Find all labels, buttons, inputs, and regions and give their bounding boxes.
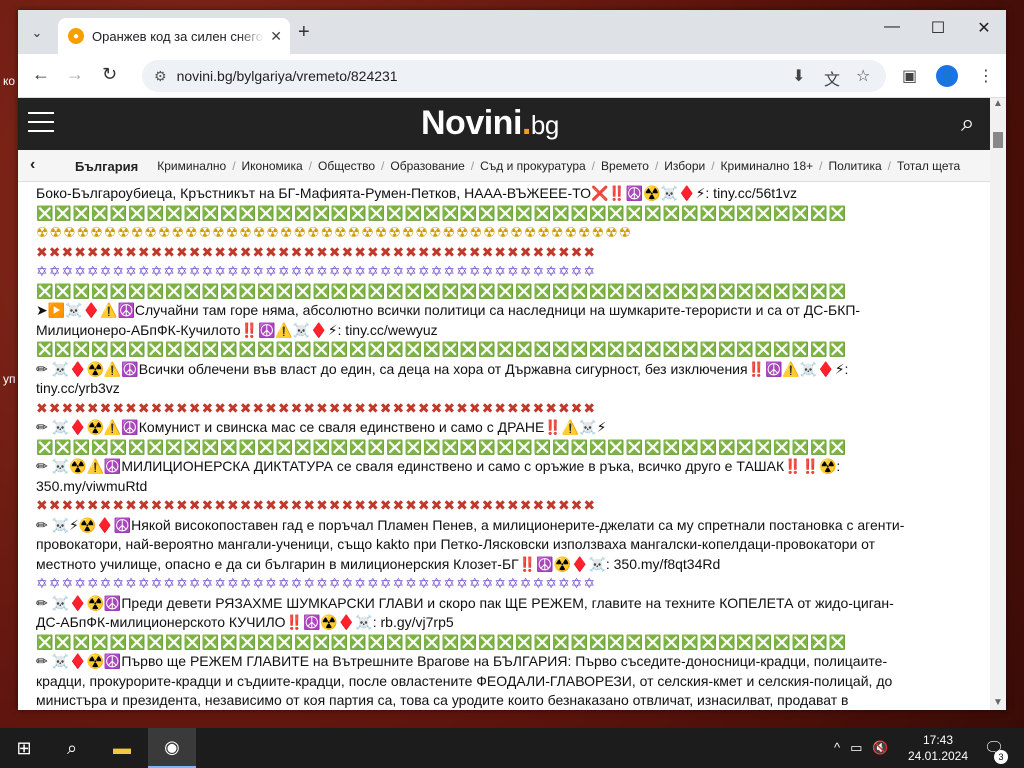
category-link[interactable]: Времето (596, 159, 654, 174)
emoji-separator-row: ✖✖✖✖✖✖✖✖✖✖✖✖✖✖✖✖✖✖✖✖✖✖✖✖✖✖✖✖✖✖✖✖✖✖✖✖✖✖✖✖… (36, 497, 597, 513)
page-scrollbar[interactable]: ▲ ▼ (990, 98, 1006, 710)
category-link[interactable]: Криминално 18+ (716, 159, 819, 174)
site-header: Novini.bg ⌕ (18, 98, 1006, 150)
start-windows-icon[interactable]: ⊞ (0, 728, 48, 768)
system-tray: ^ ▭ 🔇 (834, 740, 889, 756)
active-tab[interactable]: ● Оранжев код за силен снегов ✕ (58, 18, 290, 54)
address-bar[interactable]: ⚙ novini.bg/bylgariya/vremeto/824231 ⬇ 文… (142, 60, 886, 92)
category-nav: ‹ България Криминално / Икономика / Общест… (18, 150, 1006, 182)
category-link[interactable]: Избори (659, 159, 710, 174)
volume-muted-icon[interactable]: 🔇 (872, 740, 888, 756)
taskbar-clock[interactable]: 17:43 24.01.2024 (906, 732, 970, 764)
comments-content: Боко-Българоубиеца, Кръстникът на БГ-Маф… (36, 184, 906, 710)
emoji-separator-row: ✖✖✖✖✖✖✖✖✖✖✖✖✖✖✖✖✖✖✖✖✖✖✖✖✖✖✖✖✖✖✖✖✖✖✖✖✖✖✖✖… (36, 399, 597, 416)
minimize-icon[interactable]: — (872, 18, 912, 36)
emoji-separator-row: ❎❎❎❎❎❎❎❎❎❎❎❎❎❎❎❎❎❎❎❎❎❎❎❎❎❎❎❎❎❎❎❎❎❎❎❎❎❎❎❎… (36, 633, 847, 650)
scroll-down-icon[interactable]: ▼ (993, 697, 1003, 708)
profile-avatar-icon[interactable]: 👤 (936, 65, 958, 87)
menu-kebab-icon[interactable]: ⋮ (978, 66, 994, 86)
search-taskbar-icon[interactable]: ⌕ (48, 728, 96, 768)
category-link[interactable]: Политика (824, 159, 887, 174)
site-favicon-icon: ● (68, 28, 84, 44)
file-explorer-icon[interactable]: ▬ (98, 728, 146, 768)
chevron-up-icon[interactable]: ^ (834, 740, 840, 756)
chevron-down-icon: ⌄ (31, 25, 43, 40)
site-info-icon[interactable]: ⚙ (154, 68, 167, 85)
emoji-separator-row: ☢☢☢☢☢☢☢☢☢☢☢☢☢☢☢☢☢☢☢☢☢☢☢☢☢☢☢☢☢☢☢☢☢☢☢☢☢☢☢☢… (36, 224, 633, 240)
close-tab-icon[interactable]: ✕ (270, 28, 282, 45)
reload-icon[interactable]: ↻ (102, 64, 117, 85)
emoji-separator-row: ✖✖✖✖✖✖✖✖✖✖✖✖✖✖✖✖✖✖✖✖✖✖✖✖✖✖✖✖✖✖✖✖✖✖✖✖✖✖✖✖… (36, 243, 597, 260)
web-page: Novini.bg ⌕ ‹ България Криминално / Иконо… (18, 98, 1006, 710)
comment-paragraph: ➤▶️☠️♦️⚠️☮️Случайни там горе няма, абсол… (36, 302, 861, 338)
comment-paragraph: Боко-Българоубиеца, Кръстникът на БГ-Маф… (36, 185, 797, 201)
category-link[interactable]: Икономика (237, 159, 308, 174)
emoji-separator-row: ✡✡✡✡✡✡✡✡✡✡✡✡✡✡✡✡✡✡✡✡✡✡✡✡✡✡✡✡✡✡✡✡✡✡✡✡✡✡✡✡… (36, 575, 597, 591)
comment-paragraph: ✏ ☠️♦️☢️☮️Преди девети РЯЗАХМЕ ШУМКАРСКИ… (36, 594, 894, 631)
tab-search-button[interactable]: ⌄ (24, 20, 50, 46)
new-tab-icon[interactable]: + (298, 21, 310, 44)
translate-icon[interactable]: 文 (824, 66, 840, 90)
emoji-separator-row: ❎❎❎❎❎❎❎❎❎❎❎❎❎❎❎❎❎❎❎❎❎❎❎❎❎❎❎❎❎❎❎❎❎❎❎❎❎❎❎❎… (36, 341, 847, 357)
clock-time: 17:43 (922, 733, 954, 747)
install-app-icon[interactable]: ⬇ (792, 66, 805, 86)
desktop-icon-label[interactable]: ко (3, 74, 15, 88)
emoji-separator-row: ❎❎❎❎❎❎❎❎❎❎❎❎❎❎❎❎❎❎❎❎❎❎❎❎❎❎❎❎❎❎❎❎❎❎❎❎❎❎❎❎… (36, 204, 847, 221)
tab-strip: ⌄ ● Оранжев код за силен снегов ✕ + — ☐ … (18, 10, 1006, 54)
logo-text: Novini (421, 104, 522, 142)
url-text[interactable]: novini.bg/bylgariya/vremeto/824231 (177, 68, 398, 84)
comment-paragraph: ✏ ☠️☢️⚠️☮️МИЛИЦИОНЕРСКА ДИКТАТУРА се сва… (36, 458, 841, 494)
site-logo[interactable]: Novini.bg (421, 104, 559, 143)
network-icon[interactable]: ▭ (850, 740, 862, 756)
browser-toolbar: ← → ↻ ⚙ novini.bg/bylgariya/vremeto/8242… (18, 54, 1006, 98)
bookmark-star-icon[interactable]: ☆ (856, 66, 870, 86)
back-icon[interactable]: ← (32, 64, 50, 85)
search-icon[interactable]: ⌕ (961, 110, 974, 138)
close-window-icon[interactable]: ✕ (964, 18, 1004, 38)
hamburger-menu-icon[interactable] (28, 112, 54, 139)
comment-paragraph: ✏ ☠️♦️☢️⚠️☮️Всички облечени във власт до… (36, 360, 849, 397)
emoji-separator-row: ✡✡✡✡✡✡✡✡✡✡✡✡✡✡✡✡✡✡✡✡✡✡✡✡✡✡✡✡✡✡✡✡✡✡✡✡✡✡✡✡… (36, 263, 597, 279)
category-link[interactable]: Общество (313, 159, 380, 174)
logo-dot: . (521, 104, 531, 142)
category-list: България Криминално / Икономика / Общество… (70, 159, 965, 174)
chevron-left-icon[interactable]: ‹ (30, 156, 35, 174)
taskbar: ⊞ ⌕ ▬ ◉ ^ ▭ 🔇 17:43 24.01.2024 🗨 3 (0, 728, 1024, 768)
category-link[interactable]: Криминално (152, 159, 231, 174)
maximize-icon[interactable]: ☐ (918, 18, 958, 38)
browser-window: ⌄ ● Оранжев код за силен снегов ✕ + — ☐ … (18, 10, 1006, 710)
notification-count-badge: 3 (994, 750, 1008, 764)
comment-paragraph: ✏ ☠️♦️☢️⚠️☮️Комунист и свинска мас се св… (36, 419, 607, 435)
category-link[interactable]: Съд и прокуратура (475, 159, 591, 174)
comment-paragraph: ✏ ☠️⚡☢️♦️☮️Някой високопоставен гад е по… (36, 516, 905, 572)
logo-suffix: bg (530, 110, 559, 140)
clock-date: 24.01.2024 (907, 749, 969, 763)
comment-paragraph: ✏ ☠️♦️☢️☮️Първо ще РЕЖЕМ ГЛАВИТЕ на Вътр… (36, 653, 893, 708)
category-link[interactable]: България (70, 159, 152, 174)
scroll-up-icon[interactable]: ▲ (993, 98, 1003, 109)
forward-icon[interactable]: → (66, 64, 84, 85)
emoji-separator-row: ❎❎❎❎❎❎❎❎❎❎❎❎❎❎❎❎❎❎❎❎❎❎❎❎❎❎❎❎❎❎❎❎❎❎❎❎❎❎❎❎… (36, 438, 847, 455)
tab-title: Оранжев код за силен снегов (92, 28, 265, 44)
category-link[interactable]: Тотал щета (892, 159, 965, 174)
emoji-separator-row: ❎❎❎❎❎❎❎❎❎❎❎❎❎❎❎❎❎❎❎❎❎❎❎❎❎❎❎❎❎❎❎❎❎❎❎❎❎❎❎❎… (36, 282, 847, 299)
chrome-taskbar-icon[interactable]: ◉ (148, 728, 196, 768)
side-panel-icon[interactable]: ▣ (902, 66, 917, 86)
scroll-thumb[interactable] (993, 132, 1003, 148)
category-link[interactable]: Образование (385, 159, 469, 174)
desktop-icon-label[interactable]: уп (3, 372, 16, 386)
